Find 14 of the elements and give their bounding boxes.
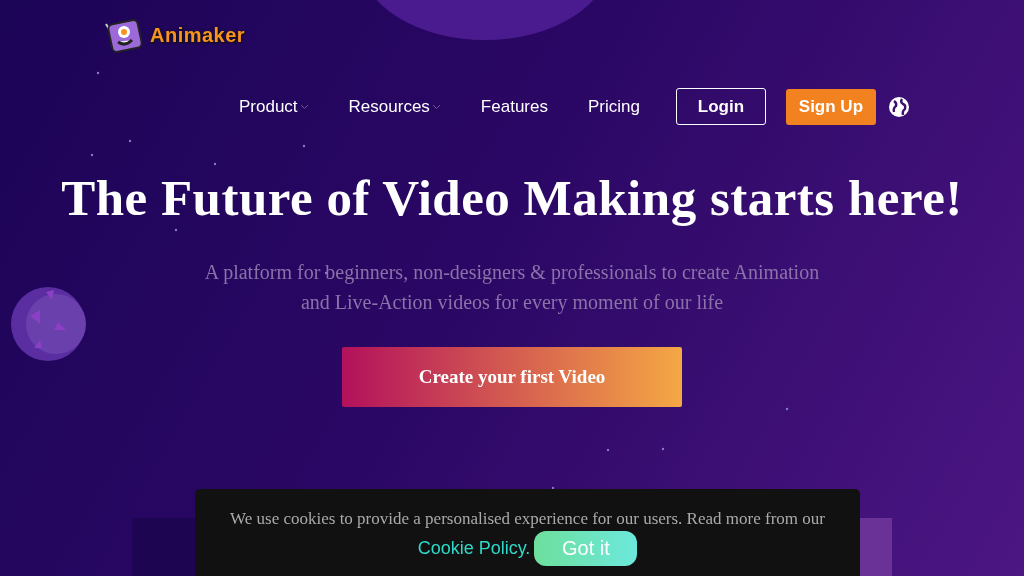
logo-text[interactable]: Animaker <box>150 23 246 47</box>
create-video-button[interactable]: Create your first Video <box>342 347 682 407</box>
nav-link[interactable]: Pricing <box>571 88 656 125</box>
hero-title: The Future of Video Making starts here! <box>61 169 963 227</box>
nav-link[interactable]: Resources <box>332 88 457 125</box>
globe-icon[interactable] <box>887 95 910 118</box>
nav-link[interactable]: Product <box>223 88 325 125</box>
nav-link[interactable]: Features <box>464 88 564 125</box>
cookie-policy-link[interactable]: Cookie Policy. <box>417 538 531 559</box>
cookie-text: We use cookies to provide a personalised experience for our users. Read more from our <box>230 509 825 529</box>
login-button[interactable]: Login <box>675 88 766 125</box>
caret-icon <box>431 103 441 110</box>
hero-subtitle: A platform for beginners, non-designers & professionals to create Animation and Live-Action videos for every moment of our life <box>203 260 821 316</box>
caret-icon <box>299 103 309 110</box>
